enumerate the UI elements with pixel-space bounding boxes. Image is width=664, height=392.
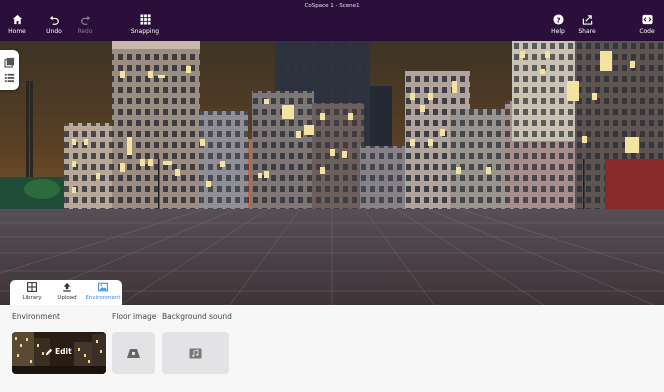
floor-icon	[127, 348, 140, 358]
share-icon	[582, 15, 592, 25]
redo-button[interactable]: Redo	[68, 14, 102, 40]
side-panel	[0, 50, 19, 90]
top-toolbar: CoSpace 1 - Scene1 Home Undo Redo Snappi…	[0, 0, 664, 41]
share-label: Share	[578, 28, 596, 35]
tab-library[interactable]: Library	[16, 282, 48, 304]
help-label: Help	[551, 28, 565, 35]
library-icon	[27, 282, 37, 292]
snapping-label: Snapping	[130, 28, 160, 35]
bottom-tabbar: Library Upload Environment	[10, 280, 122, 305]
tab-environment[interactable]: Environment	[84, 282, 122, 304]
tab-upload[interactable]: Upload	[52, 282, 82, 304]
scene-viewport[interactable]	[0, 41, 664, 305]
redo-label: Redo	[77, 28, 93, 35]
image-icon	[98, 282, 108, 292]
code-icon	[641, 14, 653, 25]
upload-icon	[63, 282, 71, 292]
environment-thumbnail[interactable]: Edit	[12, 332, 106, 374]
grid-icon	[139, 14, 151, 25]
undo-button[interactable]: Undo	[37, 14, 71, 40]
tab-upload-label: Upload	[57, 295, 77, 301]
document-title: CoSpace 1 - Scene1	[304, 3, 360, 9]
edit-label: Edit	[55, 347, 72, 356]
layers-icon[interactable]	[4, 57, 15, 68]
list-icon[interactable]	[4, 72, 15, 83]
floor-image-section-label: Floor image	[112, 312, 157, 321]
music-icon	[189, 348, 202, 358]
code-label: Code	[639, 28, 655, 35]
svg-text:?: ?	[556, 15, 560, 24]
undo-label: Undo	[46, 28, 62, 35]
tab-library-label: Library	[22, 295, 42, 301]
undo-icon	[49, 15, 59, 25]
floor-image-slot[interactable]	[112, 332, 155, 374]
share-button[interactable]: Share	[570, 14, 604, 40]
redo-icon	[80, 15, 90, 25]
home-label: Home	[8, 28, 26, 35]
snapping-button[interactable]: Snapping	[128, 14, 162, 40]
background-sound-slot[interactable]	[162, 332, 229, 374]
tab-environment-label: Environment	[85, 295, 121, 301]
code-button[interactable]: Code	[630, 14, 664, 40]
background-sound-section-label: Background sound	[162, 312, 232, 321]
edit-environment-button[interactable]: Edit	[45, 347, 72, 356]
home-button[interactable]: Home	[0, 14, 34, 40]
pencil-icon	[45, 348, 53, 355]
city-scene	[0, 41, 664, 305]
help-icon: ?	[552, 14, 564, 25]
environment-section-label: Environment	[12, 312, 60, 321]
home-icon	[12, 14, 22, 25]
